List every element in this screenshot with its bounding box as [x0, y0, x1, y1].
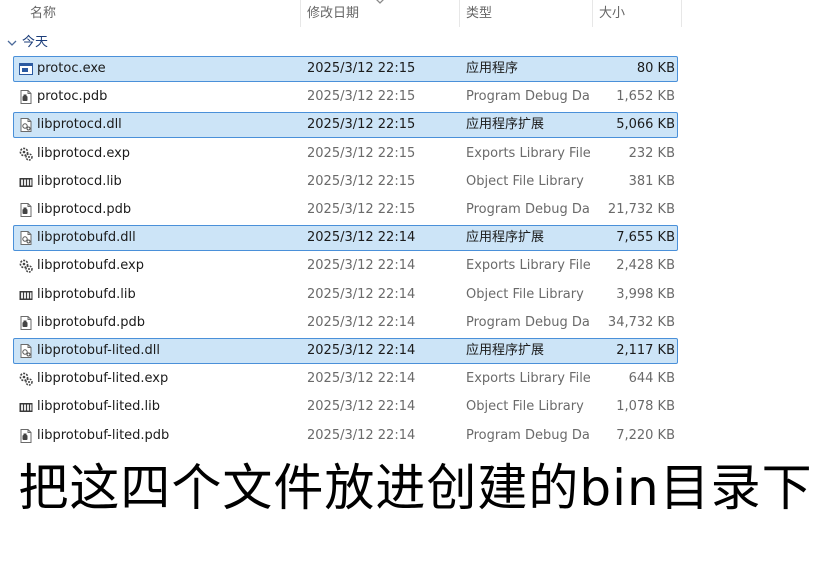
- file-modified-date: 2025/3/12 22:14: [307, 399, 416, 415]
- instruction-caption: 把这四个文件放进创建的bin目录下: [18, 459, 813, 517]
- column-name-header[interactable]: 名称: [24, 0, 299, 27]
- file-name: libprotocd.exp: [37, 145, 131, 161]
- file-modified-date: 2025/3/12 22:15: [307, 145, 416, 161]
- file-type: Exports Library File: [466, 371, 590, 387]
- file-name: libprotocd.dll: [37, 117, 122, 133]
- file-modified-date: 2025/3/12 22:14: [307, 258, 416, 274]
- file-row[interactable]: libprotocd.dll 2025/3/12 22:15 应用程序扩展 5,066…: [13, 112, 678, 139]
- file-size: 7,655 KB: [616, 230, 675, 246]
- file-name: libprotobuf-lited.pdb: [37, 427, 170, 443]
- file-type: Exports Library File: [466, 145, 590, 161]
- file-row[interactable]: libprotobufd.exp 2025/3/12 22:14 Exports L…: [13, 253, 678, 279]
- column-header: 名称 修改日期 类型 大小: [0, 0, 831, 27]
- file-type: 应用程序扩展: [466, 230, 545, 246]
- group-header-today[interactable]: 今天: [0, 32, 300, 54]
- dll-file-icon: [20, 231, 32, 246]
- group-label: 今天: [22, 35, 49, 50]
- file-size: 3,998 KB: [616, 286, 675, 302]
- file-modified-date: 2025/3/12 22:15: [307, 117, 416, 133]
- file-size: 34,732 KB: [607, 314, 675, 330]
- chevron-down-icon[interactable]: [6, 37, 18, 49]
- file-size: 2,428 KB: [616, 258, 675, 274]
- pdb-file-icon: [20, 428, 32, 443]
- file-row[interactable]: libprotocd.exp 2025/3/12 22:15 Exports Lib…: [13, 141, 678, 167]
- file-name: protoc.pdb: [37, 89, 108, 105]
- exp-file-icon: [19, 372, 33, 386]
- file-modified-date: 2025/3/12 22:15: [307, 61, 416, 76]
- file-row[interactable]: libprotobufd.dll 2025/3/12 22:14 应用程序扩展 7,6…: [13, 225, 678, 252]
- file-size: 80 KB: [636, 61, 675, 76]
- file-size: 21,732 KB: [607, 202, 675, 217]
- sort-descending-icon: [376, 0, 384, 4]
- file-type: Program Debug Da...: [466, 89, 590, 105]
- file-modified-date: 2025/3/12 22:14: [307, 286, 416, 302]
- file-type: Program Debug Da...: [466, 202, 590, 217]
- file-size: 644 KB: [628, 371, 675, 387]
- column-divider[interactable]: [681, 0, 682, 27]
- pdb-file-icon: [20, 315, 32, 330]
- file-type: Object File Library: [466, 399, 584, 415]
- file-type: 应用程序扩展: [466, 117, 545, 133]
- file-row[interactable]: libprotobuf-lited.pdb 2025/3/12 22:14 Prog…: [13, 423, 678, 449]
- lib-file-icon: [19, 290, 33, 300]
- file-type: 应用程序扩展: [466, 343, 545, 358]
- file-row[interactable]: libprotocd.lib 2025/3/12 22:15 Object File…: [13, 169, 678, 195]
- file-name: libprotobufd.lib: [37, 286, 136, 302]
- file-modified-date: 2025/3/12 22:14: [307, 371, 416, 387]
- file-size: 2,117 KB: [616, 343, 675, 358]
- exp-file-icon: [19, 147, 33, 161]
- file-size: 5,066 KB: [616, 117, 675, 133]
- lib-file-icon: [19, 177, 33, 187]
- pdb-file-icon: [20, 90, 32, 105]
- file-row[interactable]: protoc.exe 2025/3/12 22:15 应用程序 80 KB: [13, 56, 678, 82]
- file-name: libprotobuf-lited.lib: [37, 399, 161, 415]
- file-name: protoc.exe: [37, 61, 106, 76]
- file-modified-date: 2025/3/12 22:15: [307, 89, 416, 105]
- file-size: 7,220 KB: [616, 427, 675, 443]
- file-name: libprotocd.pdb: [37, 202, 132, 217]
- file-type: Program Debug Da...: [466, 314, 590, 330]
- dll-file-icon: [20, 118, 32, 133]
- file-name: libprotobufd.dll: [37, 230, 136, 246]
- column-size-header[interactable]: 大小: [593, 0, 681, 27]
- file-name: libprotobufd.exp: [37, 258, 144, 274]
- file-size: 1,652 KB: [616, 89, 675, 105]
- file-modified-date: 2025/3/12 22:15: [307, 173, 416, 189]
- file-modified-date: 2025/3/12 22:14: [307, 427, 416, 443]
- file-type: Object File Library: [466, 173, 584, 189]
- file-modified-date: 2025/3/12 22:14: [307, 230, 416, 246]
- file-name: libprotobufd.pdb: [37, 314, 145, 330]
- file-size: 232 KB: [628, 145, 675, 161]
- column-type-header[interactable]: 类型: [460, 0, 592, 27]
- file-name: libprotobuf-lited.exp: [37, 371, 169, 387]
- file-row[interactable]: libprotocd.pdb 2025/3/12 22:15 Program Deb…: [13, 197, 678, 223]
- file-row[interactable]: libprotobuf-lited.lib 2025/3/12 22:14 Obje…: [13, 394, 678, 420]
- exe-icon: [19, 63, 33, 75]
- lib-file-icon: [19, 403, 33, 413]
- exp-file-icon: [19, 259, 33, 274]
- file-name: libprotocd.lib: [37, 173, 122, 189]
- file-size: 381 KB: [628, 173, 675, 189]
- dll-file-icon: [20, 344, 32, 358]
- file-type: Object File Library: [466, 286, 584, 302]
- file-size: 1,078 KB: [616, 399, 675, 415]
- file-row[interactable]: libprotobufd.lib 2025/3/12 22:14 Object Fi…: [13, 282, 678, 308]
- file-modified-date: 2025/3/12 22:14: [307, 314, 416, 330]
- file-row[interactable]: libprotobufd.pdb 2025/3/12 22:14 Program D…: [13, 310, 678, 336]
- file-name: libprotobuf-lited.dll: [37, 343, 161, 358]
- file-modified-date: 2025/3/12 22:15: [307, 202, 416, 217]
- pdb-file-icon: [20, 203, 32, 217]
- file-row[interactable]: libprotobuf-lited.dll 2025/3/12 22:14 应用程序…: [13, 338, 678, 364]
- file-row[interactable]: protoc.pdb 2025/3/12 22:15 Program Debug D…: [13, 84, 678, 110]
- file-type: Exports Library File: [466, 258, 590, 274]
- file-modified-date: 2025/3/12 22:14: [307, 343, 416, 358]
- file-type: 应用程序: [466, 61, 519, 76]
- file-row[interactable]: libprotobuf-lited.exp 2025/3/12 22:14 Expo…: [13, 366, 678, 392]
- file-type: Program Debug Da...: [466, 427, 590, 443]
